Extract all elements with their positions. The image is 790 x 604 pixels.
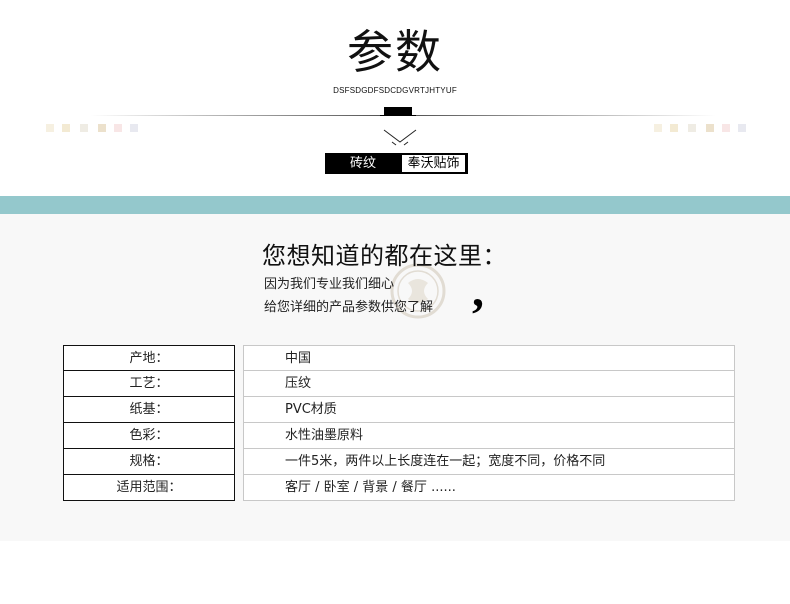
- divider-center: [380, 115, 416, 116]
- divider-left: [90, 115, 380, 116]
- decor-square: [80, 124, 88, 132]
- decor-square: [114, 124, 122, 132]
- decor-square: [738, 124, 746, 132]
- decor-square: [130, 124, 138, 132]
- param-label: 规格：: [63, 449, 235, 475]
- decor-square: [62, 124, 70, 132]
- intro-line-2: 给您详细的产品参数供您了解: [264, 300, 434, 315]
- params-label-column: 产地： 工艺： 纸基： 色彩： 规格： 适用范围：: [63, 345, 235, 501]
- chevron-down-icon: [383, 129, 417, 146]
- param-label: 色彩：: [63, 423, 235, 449]
- category-tag: 砖纹 奉沃贴饰: [325, 153, 468, 174]
- param-label: 纸基：: [63, 397, 235, 423]
- decor-square: [706, 124, 714, 132]
- decor-square: [654, 124, 662, 132]
- decor-square: [670, 124, 678, 132]
- page-subtitle: DSFSDGDFSDCDGVRTJHTYUF: [333, 86, 457, 95]
- param-value: PVC材质: [243, 397, 735, 423]
- decor-square: [46, 124, 54, 132]
- param-label: 工艺：: [63, 371, 235, 397]
- param-value: 水性油墨原料: [243, 423, 735, 449]
- param-label: 适用范围：: [63, 475, 235, 501]
- quote-comma-mark: ,: [472, 264, 484, 317]
- param-label: 产地：: [63, 345, 235, 371]
- intro-line-1: 因为我们专业我们细心: [264, 277, 395, 292]
- tag-brand: 奉沃贴饰: [402, 155, 465, 172]
- param-value: 客厅 / 卧室 / 背景 / 餐厅 ......: [243, 475, 735, 501]
- tag-category: 砖纹: [349, 156, 376, 171]
- param-value: 中国: [243, 345, 735, 371]
- params-value-column: 中国 压纹 PVC材质 水性油墨原料 一件5米，两件以上长度连在一起；宽度不同，…: [243, 345, 735, 501]
- param-value: 一件5米，两件以上长度连在一起；宽度不同，价格不同: [243, 449, 735, 475]
- intro-headline: 您想知道的都在这里：: [262, 242, 507, 270]
- page-title: 参数: [347, 25, 443, 79]
- decor-square: [688, 124, 696, 132]
- param-value: 压纹: [243, 371, 735, 397]
- decor-square: [722, 124, 730, 132]
- decor-square: [98, 124, 106, 132]
- section-band: [0, 196, 790, 214]
- divider-right: [416, 115, 716, 116]
